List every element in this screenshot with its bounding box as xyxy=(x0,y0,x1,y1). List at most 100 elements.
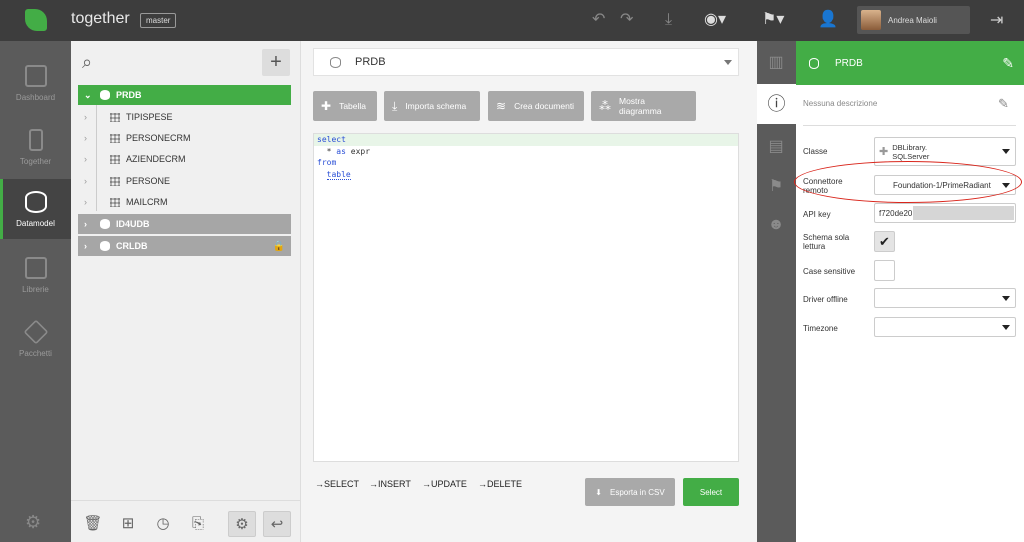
gear-icon[interactable]: ⚙ xyxy=(228,511,256,537)
nav-item-together[interactable]: Together xyxy=(0,129,71,166)
chevron-right-icon[interactable]: › xyxy=(84,112,96,122)
schema-label-line1: Schema sola xyxy=(803,233,850,242)
case-sensitive-checkbox[interactable] xyxy=(874,260,895,281)
chevron-right-icon[interactable]: › xyxy=(84,154,96,164)
code-token: * xyxy=(326,146,332,156)
app-name: together xyxy=(71,10,130,27)
tree-node-label: PERSONE xyxy=(126,176,171,186)
nav-label: Dashboard xyxy=(15,93,56,102)
export-csv-button[interactable]: ⬇ Esporta in CSV xyxy=(585,478,675,506)
tree-node-table[interactable]: › TIPISPESE xyxy=(78,107,291,127)
chevron-right-icon[interactable]: › xyxy=(84,241,96,251)
document-icon[interactable]: ▤ xyxy=(765,136,787,156)
tree-root-node[interactable]: ⌄ PRDB xyxy=(78,85,291,105)
plus-icon: ✚ xyxy=(321,99,332,113)
history-icon[interactable]: ◷ xyxy=(149,511,177,537)
button-label: Tabella xyxy=(339,101,366,111)
puzzle-icon: ✚ xyxy=(879,146,889,158)
table-icon xyxy=(110,112,120,122)
driver-offline-label: Driver offline xyxy=(803,295,848,304)
chevron-right-icon[interactable]: › xyxy=(84,133,96,143)
tree-node-table[interactable]: › PERSONECRM xyxy=(78,128,291,148)
branch-badge[interactable]: master xyxy=(140,13,177,28)
database-icon xyxy=(330,56,341,68)
book-open-icon[interactable]: ▥ xyxy=(765,52,787,72)
timezone-select[interactable] xyxy=(874,317,1016,337)
create-documents-button[interactable]: ≋ Crea documenti xyxy=(488,91,584,121)
tree-node-table[interactable]: › MAILCRM xyxy=(78,192,291,212)
tree-node-label: CRLDB xyxy=(116,241,148,251)
select-button[interactable]: Select xyxy=(683,478,739,506)
nav-item-datamodel[interactable]: Datamodel xyxy=(0,179,71,239)
edit-description-icon[interactable]: ✎ xyxy=(998,96,1009,112)
trash-icon[interactable]: 🗑 xyxy=(79,511,107,537)
download-icon[interactable]: ⤓ xyxy=(665,10,672,30)
undo-icon[interactable]: ↶ xyxy=(592,10,605,30)
search-icon[interactable]: ⌕ xyxy=(82,52,92,73)
dropdown-caret-icon xyxy=(1002,296,1010,301)
schema-label: Schema sola lettura xyxy=(803,233,849,251)
insert-select-link[interactable]: →SELECT xyxy=(315,479,359,489)
table-icon xyxy=(110,176,120,186)
user-menu[interactable]: Andrea Maioli xyxy=(857,6,970,34)
logout-icon[interactable]: ⇥ xyxy=(990,10,1003,30)
code-token: from xyxy=(317,158,337,167)
nav-item-dashboard[interactable]: Dashboard xyxy=(0,65,71,102)
highlight-annotation xyxy=(794,161,1022,203)
revert-icon[interactable]: ↩ xyxy=(263,511,291,537)
show-diagram-button[interactable]: ⁂ Mostra diagramma xyxy=(591,91,696,121)
add-button[interactable]: + xyxy=(262,49,290,76)
chevron-right-icon[interactable]: › xyxy=(84,176,96,186)
divider xyxy=(803,125,1016,126)
database-icon xyxy=(24,191,47,213)
chevron-right-icon[interactable]: › xyxy=(84,219,96,229)
insert-insert-link[interactable]: →INSERT xyxy=(369,479,411,489)
timezone-label: Timezone xyxy=(803,324,838,333)
nav-item-librerie[interactable]: Librerie xyxy=(0,257,71,294)
caret-down-icon xyxy=(724,60,732,65)
avatar xyxy=(861,10,881,30)
sql-editor[interactable]: select * as expr from table xyxy=(313,133,739,462)
add-user-icon[interactable]: 👤 xyxy=(818,10,838,30)
redacted-area xyxy=(913,206,1014,220)
tree-node-label: MAILCRM xyxy=(126,197,168,207)
code-token: select xyxy=(317,135,346,144)
insert-update-link[interactable]: →UPDATE xyxy=(422,479,467,489)
eye-icon[interactable]: ◉▾ xyxy=(704,10,726,30)
database-selector[interactable]: PRDB xyxy=(313,48,739,76)
database-icon xyxy=(100,90,110,100)
tree-node-database[interactable]: › CRLDB 🔒 xyxy=(78,236,291,256)
chevron-down-icon[interactable]: ⌄ xyxy=(84,90,96,101)
schema-label-line2: lettura xyxy=(803,242,826,251)
tree-node-label: ID4UDB xyxy=(116,219,150,229)
database-icon xyxy=(100,219,110,229)
info-icon[interactable]: ⓘ xyxy=(757,84,796,124)
tree-node-database[interactable]: › ID4UDB xyxy=(78,214,291,234)
inspect-icon[interactable]: ⎘ xyxy=(184,511,212,537)
edit-pencil-icon[interactable]: ✎ xyxy=(1002,55,1014,72)
insert-delete-link[interactable]: →DELETE xyxy=(478,479,522,489)
button-label: Mostra diagramma xyxy=(619,96,662,116)
tree-node-table[interactable]: › PERSONE xyxy=(78,171,291,191)
database-icon xyxy=(809,57,819,69)
add-table-button[interactable]: ✚ Tabella xyxy=(313,91,377,121)
schema-readonly-checkbox[interactable]: ✔ xyxy=(874,231,895,252)
flag-icon[interactable]: ⚑ xyxy=(765,176,787,196)
user-name: Andrea Maioli xyxy=(888,15,937,25)
robot-icon[interactable]: ☻ xyxy=(765,216,787,236)
signpost-icon[interactable]: ⚑▾ xyxy=(762,10,784,30)
apikey-value: f720de20 xyxy=(879,208,913,218)
redo-icon[interactable]: ↷ xyxy=(620,10,633,30)
nav-label: Together xyxy=(19,157,52,166)
nav-label: Librerie xyxy=(22,285,49,294)
add-folder-icon[interactable]: ⊞ xyxy=(114,511,142,537)
import-schema-button[interactable]: ⤓ Importa schema xyxy=(384,91,480,121)
driver-offline-select[interactable] xyxy=(874,288,1016,308)
tree-node-table[interactable]: › AZIENDECRM xyxy=(78,149,291,169)
apikey-label: API key xyxy=(803,210,831,219)
properties-header: PRDB ✎ xyxy=(796,41,1024,85)
settings-gear-icon[interactable]: ⚙ xyxy=(25,512,41,533)
nav-item-pacchetti[interactable]: Pacchetti xyxy=(0,319,71,358)
chevron-right-icon[interactable]: › xyxy=(84,197,96,207)
tree-node-label: PRDB xyxy=(116,90,142,100)
